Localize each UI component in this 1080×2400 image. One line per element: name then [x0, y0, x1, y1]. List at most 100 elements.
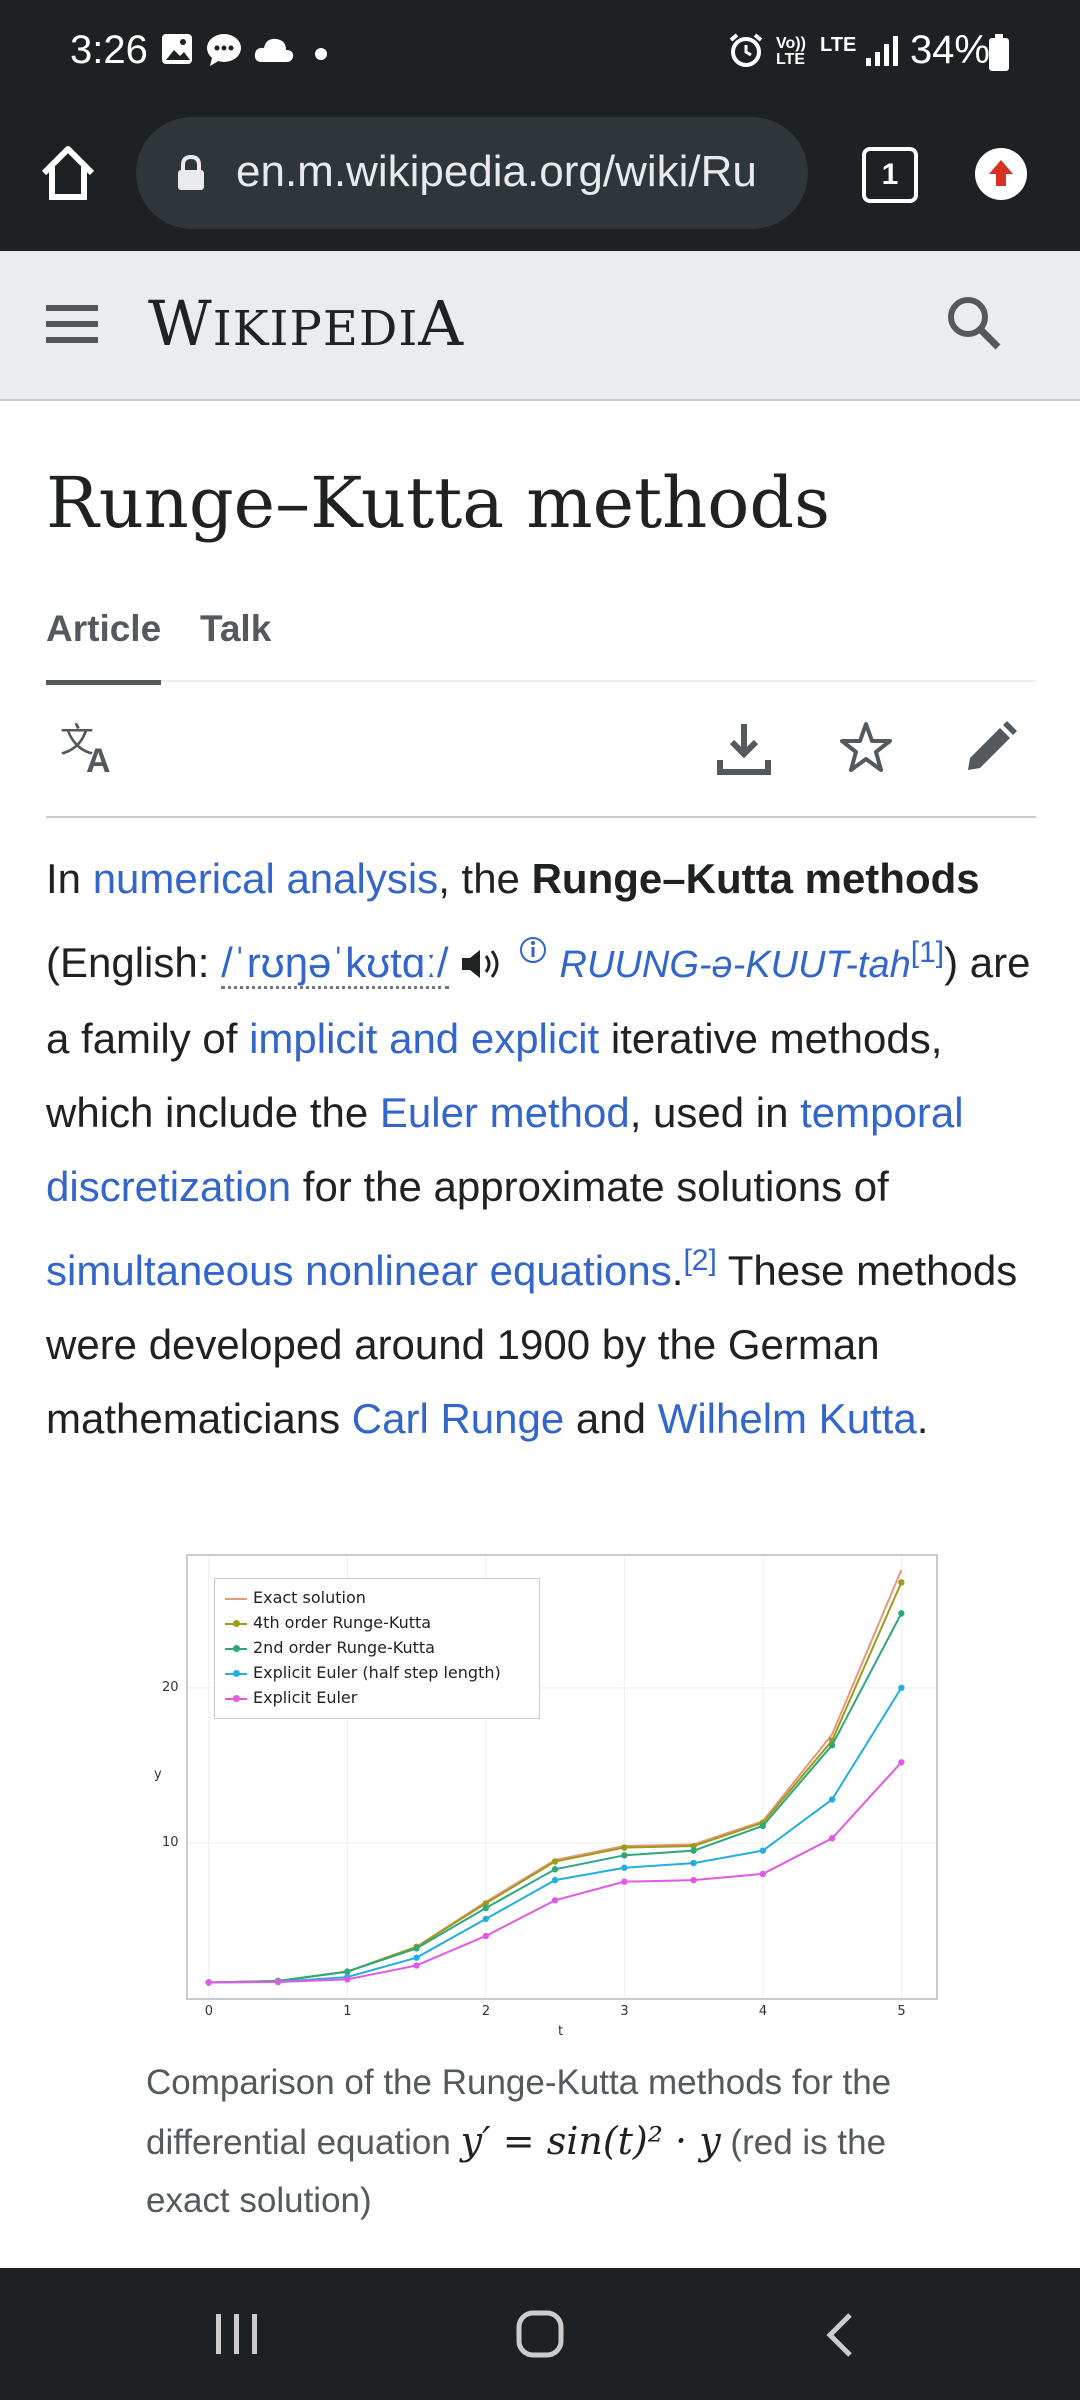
wiki-header: WIKIPEDIA — [0, 251, 1080, 401]
legend-label: Exact solution — [253, 1588, 366, 1607]
link-ipa[interactable]: /ˈrʊŋəˈkʊtɑː/ — [221, 939, 449, 989]
x-tick-label: 4 — [758, 2004, 768, 2019]
legend-marker — [233, 1694, 240, 1702]
legend-item: Exact solution — [225, 1585, 529, 1610]
ref-1[interactable]: [1] — [911, 936, 944, 969]
data-point — [482, 1904, 490, 1912]
caption-equation: y′ = sin(t)² · y — [460, 2119, 721, 2163]
data-point — [621, 1878, 628, 1885]
data-point — [482, 1932, 490, 1940]
arrow-up-icon — [989, 160, 1013, 186]
legend-label: 4th order Runge-Kutta — [253, 1613, 432, 1632]
text-span: ) — [944, 939, 959, 986]
speaker-icon[interactable] — [449, 939, 507, 986]
data-point — [344, 1976, 351, 1983]
logo-last: A — [418, 287, 465, 360]
data-point — [621, 1844, 628, 1851]
logo-first: W — [148, 287, 213, 360]
recents-icon[interactable] — [214, 2312, 260, 2356]
data-point — [690, 1876, 697, 1884]
wikipedia-logo[interactable]: WIKIPEDIA — [148, 287, 464, 360]
data-point — [205, 1979, 212, 1986]
data-point — [621, 1852, 628, 1859]
legend-marker — [233, 1669, 240, 1677]
text-span: for the approximate solutions of — [291, 1163, 889, 1210]
figure-caption: Comparison of the Runge-Kutta methods fo… — [146, 2054, 966, 2230]
data-point — [898, 1684, 905, 1692]
data-point — [551, 1858, 559, 1865]
home-icon[interactable] — [38, 143, 98, 208]
data-point — [759, 1847, 767, 1854]
data-point — [690, 1859, 697, 1867]
x-tick-label: 1 — [343, 2004, 352, 2019]
bold-term: Runge–Kutta methods — [531, 855, 980, 902]
legend-swatch — [225, 1597, 247, 1600]
legend-swatch — [225, 1619, 247, 1627]
link-carl-runge[interactable]: Carl Runge — [352, 1395, 564, 1442]
data-point — [551, 1897, 559, 1904]
info-icon[interactable] — [518, 937, 548, 986]
gallery-icon — [160, 32, 194, 71]
link-respelling[interactable]: RUUNG-ə-KUUT-tah — [560, 944, 911, 986]
watch-star-icon[interactable] — [838, 720, 894, 781]
data-point — [828, 1835, 836, 1842]
battery-percent: 34% — [909, 28, 990, 72]
data-point — [828, 1742, 836, 1749]
legend-item: 2nd order Runge-Kutta — [225, 1635, 529, 1660]
chart-legend: Exact solution 4th order Runge-Kutta 2nd o… — [214, 1578, 540, 1719]
legend-marker — [233, 1619, 240, 1627]
url-text: en.m.wikipedia.org/wiki/Ru — [236, 147, 757, 196]
download-icon[interactable] — [716, 720, 772, 781]
text-span: and — [564, 1395, 658, 1442]
address-bar[interactable]: en.m.wikipedia.org/wiki/Ru — [136, 117, 808, 229]
data-point — [413, 1962, 420, 1969]
x-tick-label: 3 — [620, 2004, 629, 2019]
ref-2[interactable]: [2] — [683, 1244, 716, 1277]
link-wilhelm-kutta[interactable]: Wilhelm Kutta — [658, 1395, 917, 1442]
chart-figure[interactable]: 0 1 2 3 4 5 10 20 t y Exact solution 4th order Rung… — [154, 1554, 938, 2039]
x-tick-label: 2 — [481, 2004, 491, 2019]
message-icon — [206, 32, 242, 73]
y-tick-label: 10 — [162, 1834, 179, 1850]
data-point — [621, 1864, 628, 1871]
tab-switcher-button[interactable]: 1 — [862, 147, 918, 203]
legend-marker — [233, 1644, 240, 1652]
page-title: Runge–Kutta methods — [46, 462, 831, 544]
data-point — [413, 1945, 420, 1952]
legend-swatch — [225, 1694, 247, 1702]
x-tick-label: 0 — [204, 2004, 214, 2019]
page-actions: 文A — [46, 684, 1036, 818]
edit-pencil-icon[interactable] — [962, 720, 1018, 781]
data-point — [413, 1954, 420, 1961]
text-span: . — [671, 1247, 684, 1294]
back-icon[interactable] — [822, 2312, 856, 2358]
system-nav-bar — [0, 2268, 1080, 2400]
dot-icon — [314, 47, 328, 66]
alarm-icon — [728, 32, 764, 73]
tab-article[interactable]: Article — [46, 608, 162, 685]
data-point — [828, 1796, 836, 1803]
link-simultaneous-nonlinear[interactable]: simultaneous nonlinear equations — [46, 1247, 672, 1294]
data-point — [482, 1915, 490, 1923]
lock-icon — [176, 154, 206, 196]
link-implicit-explicit[interactable]: implicit and explicit — [249, 1015, 599, 1062]
status-bar: 3:26 Vo)) LTE LTE 34% — [0, 0, 1080, 105]
home-nav-icon[interactable] — [516, 2310, 564, 2358]
link-numerical-analysis[interactable]: numerical analysis — [93, 855, 438, 902]
link-euler-method[interactable]: Euler method — [380, 1089, 630, 1136]
series-line-3 — [208, 1687, 903, 1984]
legend-item: Explicit Euler — [225, 1685, 529, 1710]
data-point — [759, 1822, 767, 1830]
status-time: 3:26 — [70, 28, 148, 72]
menu-icon[interactable] — [46, 301, 98, 352]
tab-talk[interactable]: Talk — [200, 608, 271, 650]
namespace-tabs: Article Talk — [46, 600, 1036, 685]
legend-label: Explicit Euler (half step length) — [253, 1663, 501, 1682]
lte-label: LTE — [820, 34, 857, 56]
language-icon[interactable]: 文A — [60, 720, 120, 781]
update-button[interactable] — [975, 148, 1027, 200]
search-icon[interactable] — [946, 295, 1002, 356]
legend-swatch — [225, 1669, 247, 1677]
battery-icon — [988, 34, 1010, 77]
logo-mid: IKIPEDI — [212, 301, 419, 357]
